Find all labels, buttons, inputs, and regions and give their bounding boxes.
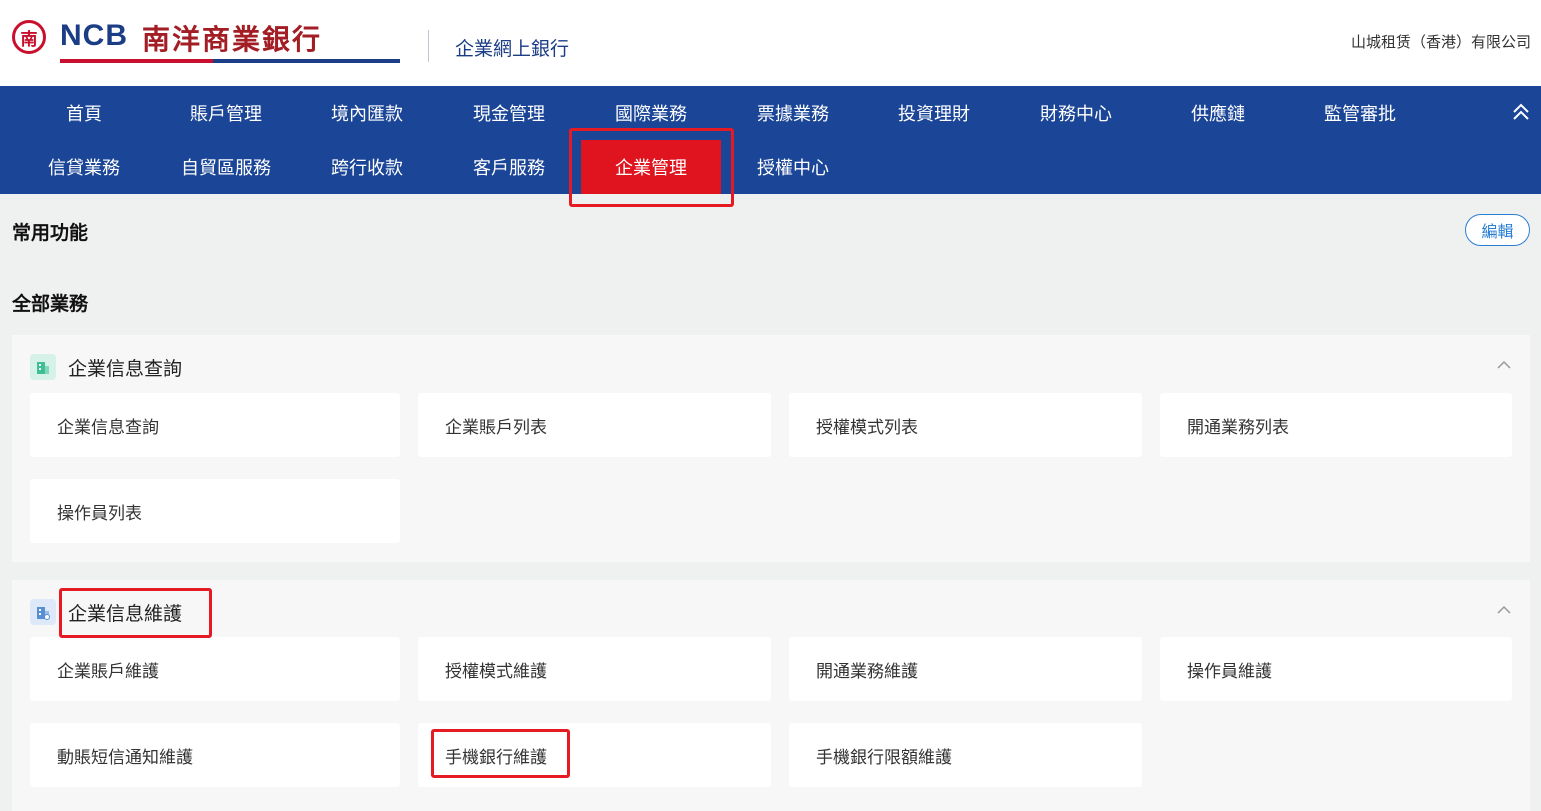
card-enabled-business-list[interactable]: 開通業務列表 — [1160, 393, 1512, 457]
card-sms-notification-maintenance[interactable]: 動賬短信通知維護 — [30, 723, 400, 787]
highlight-box-nav — [569, 128, 734, 207]
highlight-box-group-title — [59, 588, 212, 638]
bank-logo-icon: 南 — [12, 20, 46, 54]
nav-item-bills[interactable]: 票據業務 — [723, 86, 863, 140]
header-divider — [428, 30, 429, 62]
logo-underline — [60, 59, 400, 63]
nav-item-ftz[interactable]: 自貿區服務 — [156, 140, 296, 194]
card-mobile-banking-limit-maintenance[interactable]: 手機銀行限額維護 — [789, 723, 1142, 787]
nav-item-cash-management[interactable]: 現金管理 — [439, 86, 579, 140]
nav-item-authorization[interactable]: 授權中心 — [723, 140, 863, 194]
nav-item-domestic-remittance[interactable]: 境內匯款 — [297, 86, 437, 140]
building-icon — [30, 354, 56, 380]
card-enterprise-account-maintenance[interactable]: 企業賬戶維護 — [30, 637, 400, 701]
favorites-title: 常用功能 — [12, 222, 89, 244]
chevron-up-icon[interactable] — [1496, 357, 1512, 373]
card-authorization-mode-maintenance[interactable]: 授權模式維護 — [418, 637, 771, 701]
nav-item-investment[interactable]: 投資理財 — [864, 86, 1004, 140]
card-enterprise-account-list[interactable]: 企業賬戶列表 — [418, 393, 771, 457]
top-header: 南 NCB 南洋商業銀行 企業網上銀行 山城租赁（香港）有限公司 — [0, 0, 1541, 86]
double-chevron-up-icon[interactable] — [1511, 100, 1531, 124]
group-enterprise-info-query: 企業信息查詢 企業信息查詢 企業賬戶列表 授權模式列表 開通業務列表 操作員列表 — [12, 335, 1530, 562]
nav-item-regulatory[interactable]: 監管審批 — [1290, 86, 1430, 140]
nav-item-home[interactable]: 首頁 — [14, 86, 154, 140]
nav-item-accounts[interactable]: 賬戶管理 — [156, 86, 296, 140]
card-enabled-business-maintenance[interactable]: 開通業務維護 — [789, 637, 1142, 701]
card-authorization-mode-list[interactable]: 授權模式列表 — [789, 393, 1142, 457]
nav-item-interbank[interactable]: 跨行收款 — [297, 140, 437, 194]
building-edit-icon — [30, 599, 56, 625]
nav-item-credit[interactable]: 信貸業務 — [14, 140, 154, 194]
nav-item-supply-chain[interactable]: 供應鏈 — [1148, 86, 1288, 140]
card-enterprise-info-query[interactable]: 企業信息查詢 — [30, 393, 400, 457]
highlight-box-mobile-banking — [431, 729, 570, 778]
all-business-title: 全部業務 — [12, 293, 89, 315]
chevron-up-icon[interactable] — [1496, 602, 1512, 618]
card-operator-list[interactable]: 操作員列表 — [30, 479, 400, 543]
company-name[interactable]: 山城租赁（香港）有限公司 — [1351, 31, 1531, 52]
group-enterprise-info-maintenance: 企業信息維護 企業賬戶維護 授權模式維護 開通業務維護 操作員維護 動賬短信通知… — [12, 580, 1530, 811]
nav-item-finance-center[interactable]: 財務中心 — [1006, 86, 1146, 140]
group-title: 企業信息查詢 — [68, 357, 183, 380]
header-subtitle: 企業網上銀行 — [455, 38, 570, 60]
main-nav: 首頁 賬戶管理 境內匯款 現金管理 國際業務 票據業務 投資理財 財務中心 供應… — [0, 86, 1541, 194]
group-header: 企業信息查詢 — [30, 353, 182, 381]
card-operator-maintenance[interactable]: 操作員維護 — [1160, 637, 1512, 701]
nav-item-customer-service[interactable]: 客戶服務 — [439, 140, 579, 194]
edit-button[interactable]: 編輯 — [1465, 214, 1530, 246]
logo-ncb-text: NCB — [60, 19, 128, 52]
logo-chinese-name: 南洋商業銀行 — [142, 23, 323, 56]
